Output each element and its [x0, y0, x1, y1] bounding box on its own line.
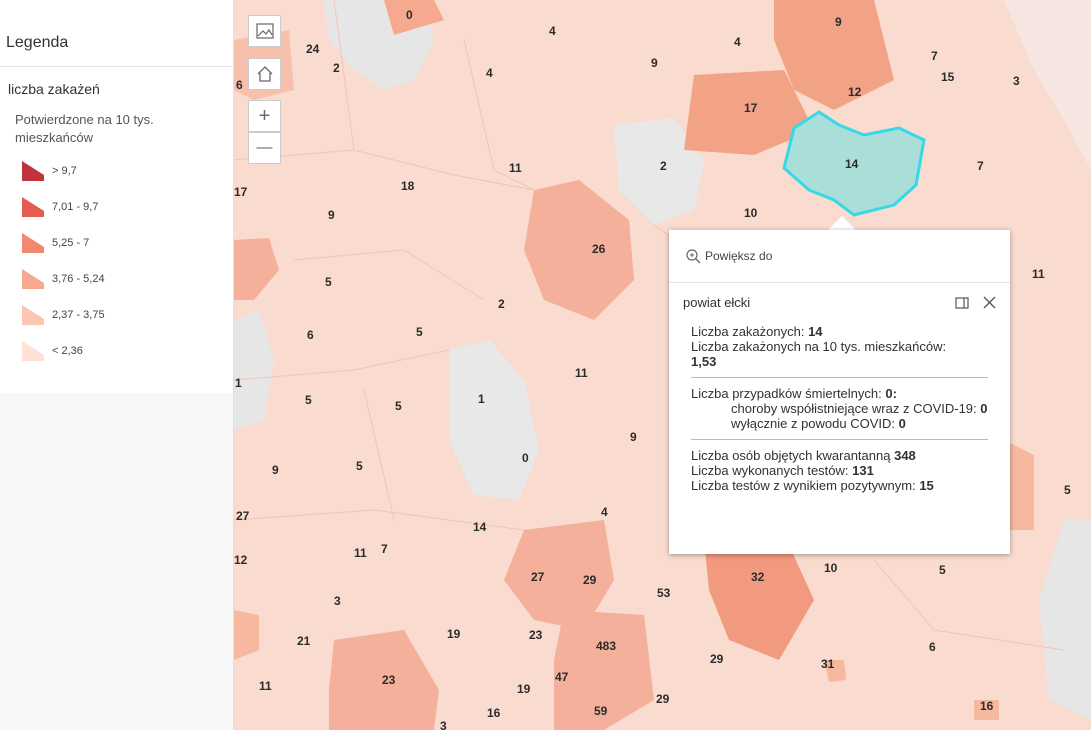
legend-card: Legenda liczba zakażeń Potwierdzone na 1… [0, 0, 233, 393]
dock-icon[interactable] [955, 296, 969, 309]
comorb-row: choroby współistniejące wraz z COVID-19:… [691, 401, 988, 416]
zoom-out-button[interactable]: — [248, 132, 281, 164]
tests-row: Liczba wykonanych testów: 131 [691, 463, 988, 478]
legend-description: Potwierdzone na 10 tys. mieszkańców [15, 112, 154, 145]
zoom-in-button[interactable]: + [248, 100, 281, 132]
positive-label: Liczba testów z wynikiem pozytywnym: [691, 478, 916, 493]
legend-swatch [22, 305, 44, 325]
deaths-label: Liczba przypadków śmiertelnych: [691, 386, 882, 401]
deaths-row: Liczba przypadków śmiertelnych: 0: [691, 386, 988, 401]
positive-value: 15 [919, 478, 934, 493]
positive-row: Liczba testów z wynikiem pozytywnym: 15 [691, 478, 988, 493]
divider [691, 377, 988, 378]
swatch-shape [22, 341, 44, 361]
covid-only-value: 0 [898, 416, 906, 431]
region-light[interactable] [974, 700, 999, 720]
cases-label: Liczba zakażonych: [691, 324, 805, 339]
popup-body: Liczba zakażonych: 14 Liczba zakażonych … [669, 310, 1010, 493]
popup-header: powiat ełcki [669, 283, 1010, 310]
legend-class-row: < 2,36 [0, 333, 233, 369]
legend-swatch [22, 269, 44, 289]
legend-class-row: 2,37 - 3,75 [0, 297, 233, 333]
swatch-shape [22, 233, 44, 253]
swatch-shape [22, 269, 44, 289]
home-button[interactable] [248, 58, 281, 90]
legend-swatch [22, 341, 44, 361]
tests-value: 131 [852, 463, 874, 478]
feature-popup: Powiększ do powiat ełcki Liczba zakażony… [669, 230, 1010, 554]
comorb-value: 0 [980, 401, 988, 416]
legend-class-label: 2,37 - 3,75 [52, 309, 105, 321]
legend-class-row: 3,76 - 5,24 [0, 261, 233, 297]
legend-title: Legenda [6, 34, 69, 51]
swatch-shape [22, 161, 44, 181]
legend-class-row: 5,25 - 7 [0, 225, 233, 261]
legend-layer-title: liczba zakażeń [8, 81, 100, 97]
swatch-shape [22, 197, 44, 217]
cases-per10k-row: Liczba zakażonych na 10 tys. mieszkańców… [691, 339, 988, 369]
cases-per10k-label: Liczba zakażonych na 10 tys. mieszkańców… [691, 339, 947, 354]
tests-label: Liczba wykonanych testów: [691, 463, 849, 478]
legend-swatch [22, 197, 44, 217]
image-icon [255, 23, 274, 39]
cases-per10k-value: 1,53 [691, 354, 717, 369]
legend-class-label: 5,25 - 7 [52, 237, 90, 249]
legend-class-label: 7,01 - 9,7 [52, 201, 99, 213]
legend-swatch [22, 233, 44, 253]
cases-row: Liczba zakażonych: 14 [691, 324, 988, 339]
legend-class-row: 7,01 - 9,7 [0, 189, 233, 225]
quarantine-label: Liczba osób objętych kwarantanną [691, 448, 891, 463]
zoom-to-label: Powiększ do [705, 249, 773, 263]
comorb-label: choroby współistniejące wraz z COVID-19: [731, 401, 977, 416]
popup-actions [955, 296, 996, 309]
zoom-to-action[interactable]: Powiększ do [669, 230, 1010, 283]
legend-swatch [22, 161, 44, 181]
swatch-shape [22, 305, 44, 325]
zoom-magnifier-icon [686, 249, 701, 264]
divider [691, 439, 988, 440]
popup-pointer [828, 216, 856, 230]
legend-class-row: > 9,7 [0, 153, 233, 189]
deaths-value: 0: [885, 386, 897, 401]
quarantine-value: 348 [894, 448, 916, 463]
home-icon [257, 66, 272, 82]
popup-title: powiat ełcki [683, 295, 751, 310]
close-icon[interactable] [983, 296, 996, 309]
legend-panel: Legenda liczba zakażeń Potwierdzone na 1… [0, 0, 234, 730]
cases-value: 14 [808, 324, 823, 339]
legend-class-label: 3,76 - 5,24 [52, 273, 105, 285]
covid-only-row: wyłącznie z powodu COVID: 0 [691, 416, 988, 431]
legend-class-label: > 9,7 [52, 165, 77, 177]
covid-only-label: wyłącznie z powodu COVID: [731, 416, 896, 431]
legend-classes: > 9,7 7,01 - 9,7 5,25 - 7 3,76 - 5,24 2,… [0, 147, 233, 369]
legend-header: Legenda [0, 0, 233, 67]
basemap-gallery-button[interactable] [248, 15, 281, 47]
quarantine-row: Liczba osób objętych kwarantanną 348 [691, 448, 988, 463]
legend-class-label: < 2,36 [52, 345, 83, 357]
